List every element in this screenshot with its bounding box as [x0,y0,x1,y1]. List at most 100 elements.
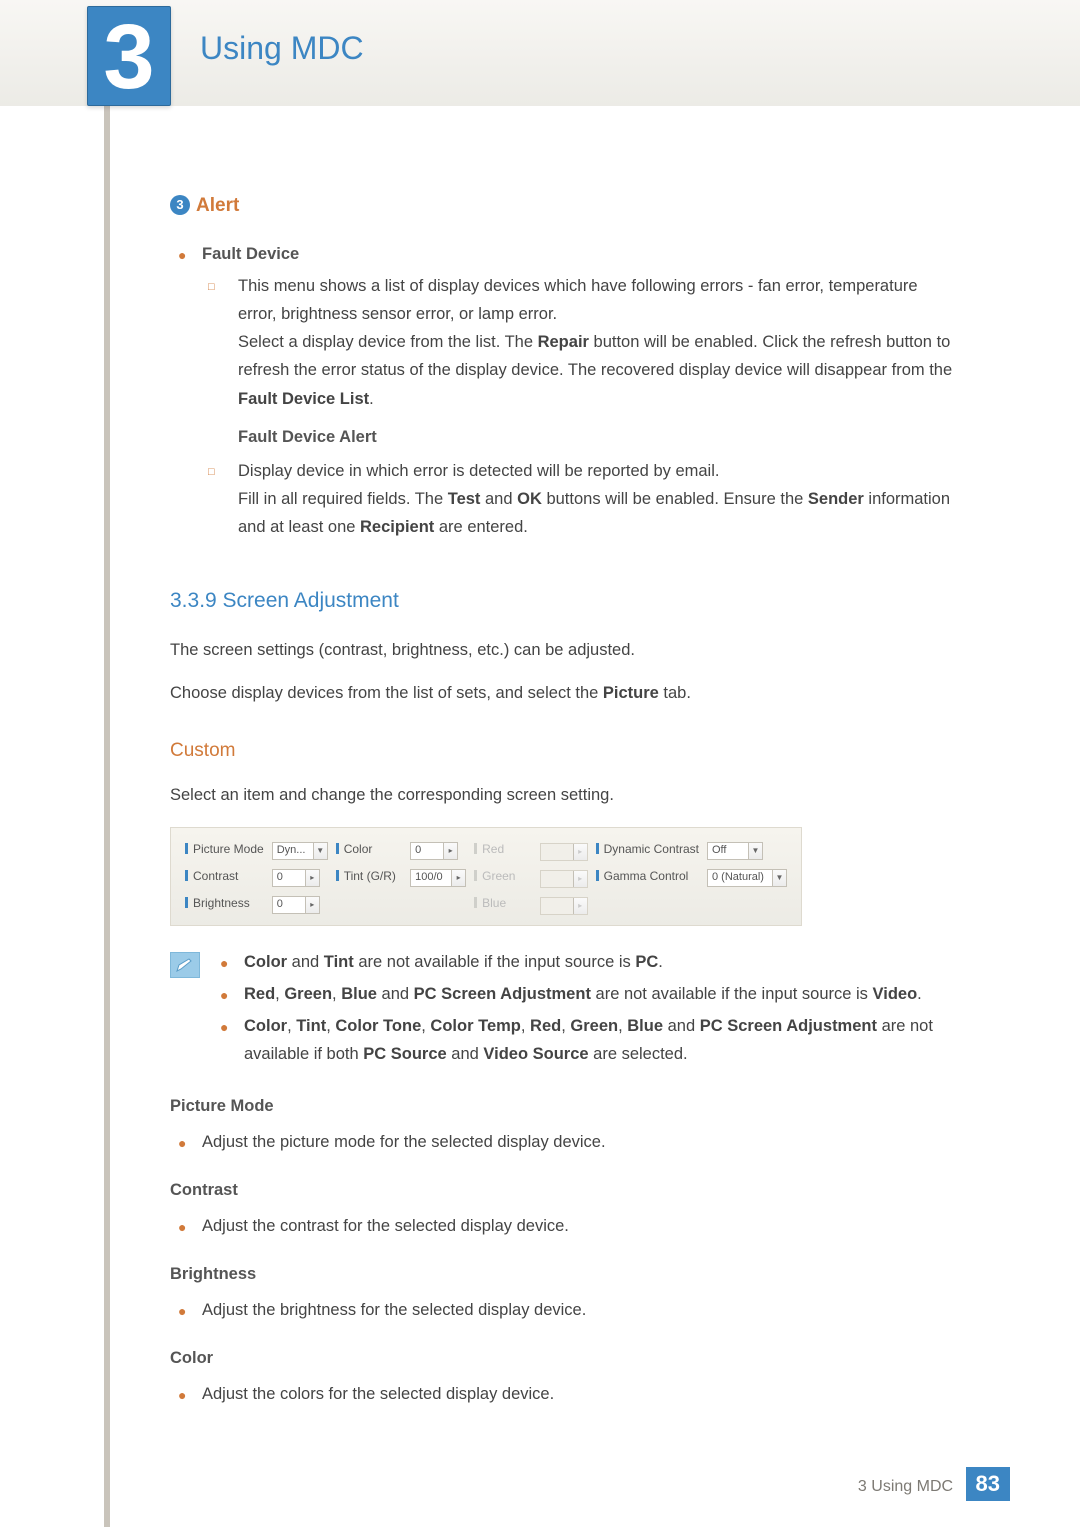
b: Color [244,953,287,971]
color-desc: ●Adjust the colors for the selected disp… [170,1380,960,1408]
text: Display device in which error is detecte… [238,462,719,480]
b: Red [530,1017,561,1035]
text: Color and Tint are not available if the … [244,948,663,976]
chevron-right-icon: ▸ [573,844,587,860]
blue-label: Blue [470,890,535,917]
b: Color [244,1017,287,1035]
t: . [658,953,663,971]
color-stepper[interactable]: 0▸ [410,842,458,860]
fault-device-list-bold: Fault Device List [238,390,369,408]
b: Video [873,985,918,1003]
b: PC [635,953,658,971]
text: Select a display device from the list. T… [238,333,538,351]
b: Green [570,1017,618,1035]
t: , [618,1017,627,1035]
red-stepper: ▸ [540,843,588,861]
t: and [663,1017,700,1035]
value: 0 [411,841,443,860]
value: 0 [273,868,305,887]
settings-panel: Picture Mode Dyn...▼ Color 0▸ Red ▸ Dyna… [170,827,802,926]
text: Fill in all required fields. The [238,490,448,508]
fault-device-alert-item: □ Fault Device Alert [202,423,960,451]
green-stepper: ▸ [540,870,588,888]
t: and [287,953,324,971]
brightness-desc: ●Adjust the brightness for the selected … [170,1296,960,1324]
t: and [377,985,414,1003]
contrast-label: Contrast [181,863,268,890]
custom-intro: Select an item and change the correspond… [170,781,960,809]
t: , [275,985,284,1003]
picture-mode-label: Picture Mode [181,836,268,863]
picture-mode-heading: Picture Mode [170,1092,960,1120]
text: and [480,490,517,508]
dynamic-contrast-dropdown[interactable]: Off▼ [707,842,763,860]
b: Tint [324,953,354,971]
recipient-bold: Recipient [360,518,434,536]
text: Adjust the colors for the selected displ… [202,1380,554,1408]
gamma-dropdown[interactable]: 0 (Natural)▼ [707,869,787,887]
screen-adj-p1: The screen settings (contrast, brightnes… [170,636,960,664]
value: Off [708,841,748,860]
b: PC Screen Adjustment [700,1017,877,1035]
custom-heading: Custom [170,735,960,767]
note-3: ● Color, Tint, Color Tone, Color Temp, R… [212,1012,960,1068]
text: . [369,390,374,408]
page-number: 83 [966,1467,1010,1501]
t: , [287,1017,296,1035]
b: Video Source [483,1045,588,1063]
value: 100/0 [411,868,451,887]
text: Choose display devices from the list of … [170,684,603,702]
chevron-right-icon: ▸ [573,898,587,914]
color-heading: Color [170,1344,960,1372]
chevron-right-icon: ▸ [443,843,457,859]
t: and [447,1045,484,1063]
bullet-icon: ● [212,1012,244,1068]
alert-title: Alert [196,195,239,216]
fault-device-label: Fault Device [202,240,299,268]
b: Color Tone [335,1017,421,1035]
color-label: Color [332,836,406,863]
value: 0 [273,895,305,914]
fault-alert-text: Display device in which error is detecte… [238,457,960,541]
alert-number-badge: 3 [170,195,190,215]
text: Red, Green, Blue and PC Screen Adjustmen… [244,980,922,1008]
picture-mode-dropdown[interactable]: Dyn...▼ [272,842,328,860]
b: PC Screen Adjustment [414,985,591,1003]
bullet-icon: ● [170,1212,202,1240]
tint-label: Tint (G/R) [332,863,406,890]
t: are selected. [589,1045,688,1063]
red-label: Red [470,836,535,863]
chapter-number-badge: 3 [87,6,171,106]
bullet-icon: ● [170,1128,202,1156]
dynamic-contrast-label: Dynamic Contrast [592,836,703,863]
brightness-stepper[interactable]: 0▸ [272,896,320,914]
screen-adj-p2: Choose display devices from the list of … [170,679,960,707]
chevron-right-icon: ▸ [305,897,319,913]
note-icon [170,952,200,978]
chevron-right-icon: ▸ [573,871,587,887]
picture-mode-desc: ●Adjust the picture mode for the selecte… [170,1128,960,1156]
sidebar-stripe [104,0,110,1527]
bullet-icon: ● [212,948,244,976]
contrast-stepper[interactable]: 0▸ [272,869,320,887]
bullet-icon: ● [170,240,202,268]
t: , [521,1017,530,1035]
note-list: ● Color and Tint are not available if th… [212,948,960,1072]
fault-device-alert-body: □ Display device in which error is detec… [202,457,960,541]
text: Adjust the picture mode for the selected… [202,1128,606,1156]
gamma-label: Gamma Control [592,863,703,890]
note-1: ● Color and Tint are not available if th… [212,948,960,976]
fault-device-section: ● Fault Device [170,240,960,268]
screen-adjustment-heading: 3.3.9 Screen Adjustment [170,583,960,619]
b: Blue [627,1017,663,1035]
brightness-label: Brightness [181,890,268,917]
t: are not available if the input source is [591,985,873,1003]
text: Adjust the contrast for the selected dis… [202,1212,569,1240]
chevron-down-icon: ▼ [772,870,786,886]
brightness-heading: Brightness [170,1260,960,1288]
tint-stepper[interactable]: 100/0▸ [410,869,466,887]
chevron-right-icon: ▸ [451,870,465,886]
picture-tab-bold: Picture [603,684,659,702]
text: are entered. [434,518,528,536]
blue-stepper: ▸ [540,897,588,915]
